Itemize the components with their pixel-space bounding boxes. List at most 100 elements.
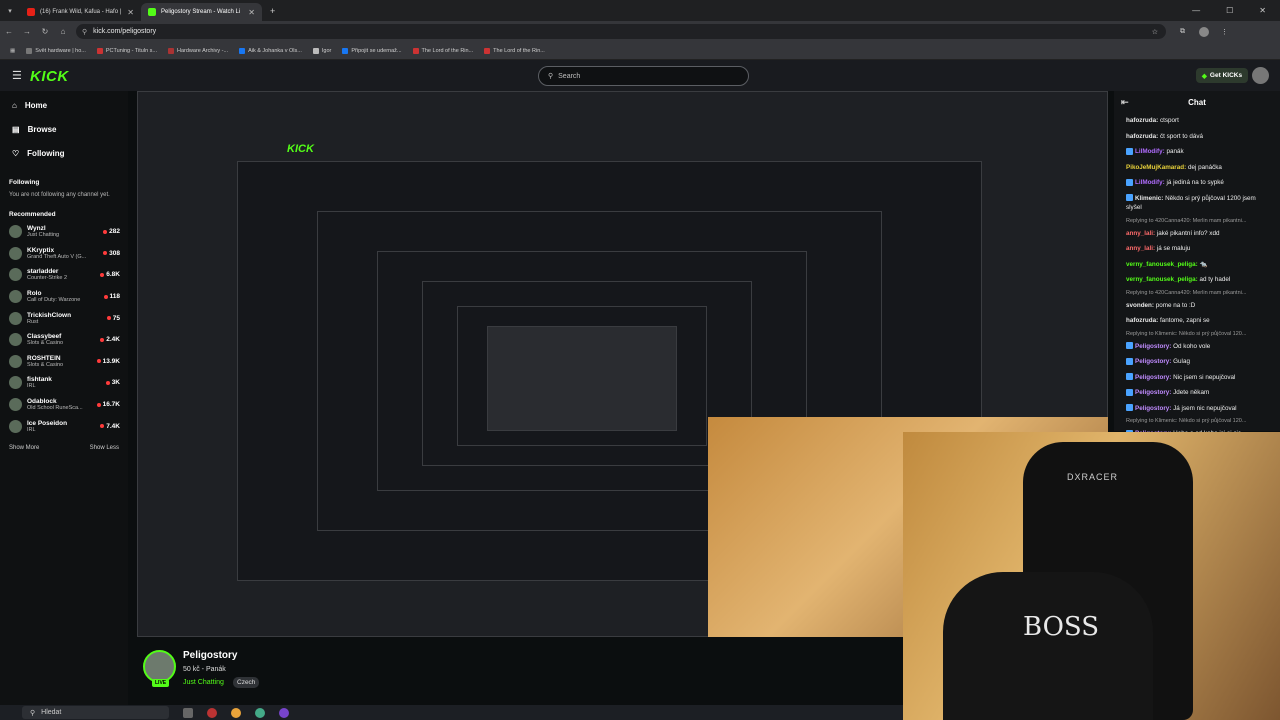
reply-context: Replying to Klimenic: Někdo si prý půjčo… [1126,418,1247,424]
close-window-icon[interactable]: ✕ [1259,6,1266,15]
recommended-channel[interactable]: Rolo Call of Duty: Warzone 118 [0,286,128,308]
sidebar-item-home[interactable]: ⌂ Home [0,93,128,117]
show-less-button[interactable]: Show Less [90,445,119,451]
tab-youtube[interactable]: (16) Frank Wild, Kafua - Hafo | ✕ [20,3,141,21]
chat-username[interactable]: Peligostory: [1135,358,1171,365]
new-tab-icon[interactable]: + [270,6,275,16]
chat-text: Jdete někam [1173,389,1210,396]
forward-icon[interactable]: → [18,27,36,36]
collapse-chat-icon[interactable]: ⇤ [1121,97,1129,108]
bookmark-item[interactable]: Připojit se udernaž... [342,47,402,54]
chat-username[interactable]: svonden: [1126,302,1154,309]
chat-username[interactable]: anny_lali: [1126,230,1155,237]
site-info-icon[interactable]: ⚲ [82,28,87,36]
menu-dots-icon[interactable]: ⋮ [1221,28,1228,36]
kick-logo[interactable]: KICK [30,68,69,85]
recommended-channel[interactable]: KKryptix Grand Theft Auto V (G... 308 [0,243,128,265]
chat-username[interactable]: Peligostory: [1135,405,1171,412]
language-tag[interactable]: Czech [233,677,260,688]
bookmark-item[interactable]: Svět hardware | ho... [26,47,86,54]
close-icon[interactable]: ✕ [248,8,255,17]
recommended-channel[interactable]: Classybeef Slots & Casino 2.4K [0,329,128,351]
chat-username[interactable]: Peligostory: [1135,389,1171,396]
chat-username[interactable]: PikoJeMujKamarad: [1126,164,1186,171]
recommended-channel[interactable]: Ice Poseidon IRL 7.4K [0,415,128,437]
chat-username[interactable]: hafozruda: [1126,317,1158,324]
home-page-icon[interactable]: ⌂ [54,27,72,36]
chat-username[interactable]: Peligostory: [1135,374,1171,381]
channel-name: TrickishClown [27,311,72,319]
user-avatar[interactable] [1252,67,1269,84]
chat-username[interactable]: anny_lali: [1126,245,1155,252]
chat-username[interactable]: LilModify: [1135,179,1165,186]
bookmark-item[interactable]: Igor [312,47,331,54]
shirt-text: BOSS [1023,612,1100,642]
url-field[interactable]: ⚲ kick.com/peligostory ☆ [76,24,1166,39]
chat-username[interactable]: Klimenic: [1135,195,1163,202]
app-icon[interactable] [207,707,217,718]
taskview-icon[interactable] [183,707,193,718]
tab-kick[interactable]: Peligostory Stream - Watch Li ✕ [141,3,262,21]
kicks-icon: ◆ [1201,72,1207,80]
category-link[interactable]: Just Chatting [183,679,224,686]
recommended-channel[interactable]: Odablock Old School RuneSca... 16.7K [0,394,128,416]
recommended-channel[interactable]: TrickishClown Rust 75 [0,307,128,329]
bookmark-item[interactable]: Hardware Archivy -... [168,47,228,54]
bookmark-favicon-icon [96,47,103,54]
viewer-count: 3K [106,379,120,386]
search-input[interactable]: ⚲ Search [538,66,749,86]
chat-username[interactable]: LilModify: [1135,148,1165,155]
chat-message: Peligostory: Já jsem nic nepujčoval [1114,401,1280,417]
recommended-channel[interactable]: Wynzl Just Chatting 282 [0,221,128,243]
bookmark-star-icon[interactable]: ☆ [1152,28,1158,36]
channel-category: IRL [27,383,36,390]
extensions-icon[interactable]: ⧉ [1180,28,1185,36]
viewer-count: 16.7K [97,401,120,408]
bookmark-item[interactable]: Aik & Johanka v Ols... [239,47,302,54]
facebook-icon [342,47,349,54]
chair-brand-text: DXRACER [1067,472,1119,482]
bookmark-favicon-icon [412,47,419,54]
bookmark-item[interactable]: The Lord of the Rin... [412,47,473,54]
webcam-overlay: DXRACER BOSS [903,432,1280,720]
sidebar-item-browse[interactable]: ▤ Browse [0,117,128,141]
chat-username[interactable]: Peligostory: [1135,343,1171,350]
bookmark-item[interactable]: PCTuning - Tituln s... [96,47,157,54]
tab-list-icon[interactable]: ▾ [0,7,20,15]
back-icon[interactable]: ← [0,27,18,36]
show-more-button[interactable]: Show More [9,445,39,451]
chat-username[interactable]: hafozruda: [1126,133,1158,140]
chat-username[interactable]: hafozruda: [1126,117,1158,124]
app-icon[interactable] [279,707,289,718]
maximize-icon[interactable]: ☐ [1226,6,1233,15]
avatar [9,419,22,433]
sidebar-item-following[interactable]: ♡ Following [0,141,128,165]
nested-kick-logo: KICK [287,143,314,155]
recommended-channel[interactable]: starladder Counter-Strike 2 6.8K [0,264,128,286]
reload-icon[interactable]: ↻ [36,27,54,36]
app-icon[interactable] [255,707,265,718]
close-icon[interactable]: ✕ [127,8,134,17]
chat-username[interactable]: verny_fanousek_peliga: [1126,276,1198,283]
chrome-icon[interactable] [231,707,241,718]
browser-tab-bar: ▾ (16) Frank Wild, Kafua - Hafo | ✕ Pelig… [0,0,1280,21]
chat-message: Klimenic: Někdo si prý půjčoval 1200 jse… [1114,191,1280,216]
bookmark-item[interactable]: The Lord of the Rin... [484,47,545,54]
profile-icon[interactable] [1199,26,1209,37]
recommended-channel[interactable]: fishtank IRL 3K [0,372,128,394]
channel-name: Classybeef [27,333,62,341]
recommended-channel[interactable]: ROSHTEIN Slots & Casino 13.9K [0,351,128,373]
minimize-icon[interactable]: — [1192,6,1200,15]
hamburger-menu-icon[interactable]: ☰ [12,69,22,82]
get-kicks-button[interactable]: ◆ Get KICKs [1196,68,1248,83]
avatar [9,398,22,412]
following-heading: Following [9,179,40,186]
streamer: BOSS [943,572,1153,720]
channel-name[interactable]: Peligostory [183,650,237,661]
avatar [9,333,22,347]
heart-icon: ♡ [12,148,20,158]
chat-username[interactable]: verny_fanousek_peliga: [1126,261,1198,268]
chat-message: anny_lali: já se maluju [1114,241,1280,257]
apps-icon[interactable]: ▦ [10,48,15,54]
taskbar-search[interactable]: ⚲ Hledat [22,706,169,719]
